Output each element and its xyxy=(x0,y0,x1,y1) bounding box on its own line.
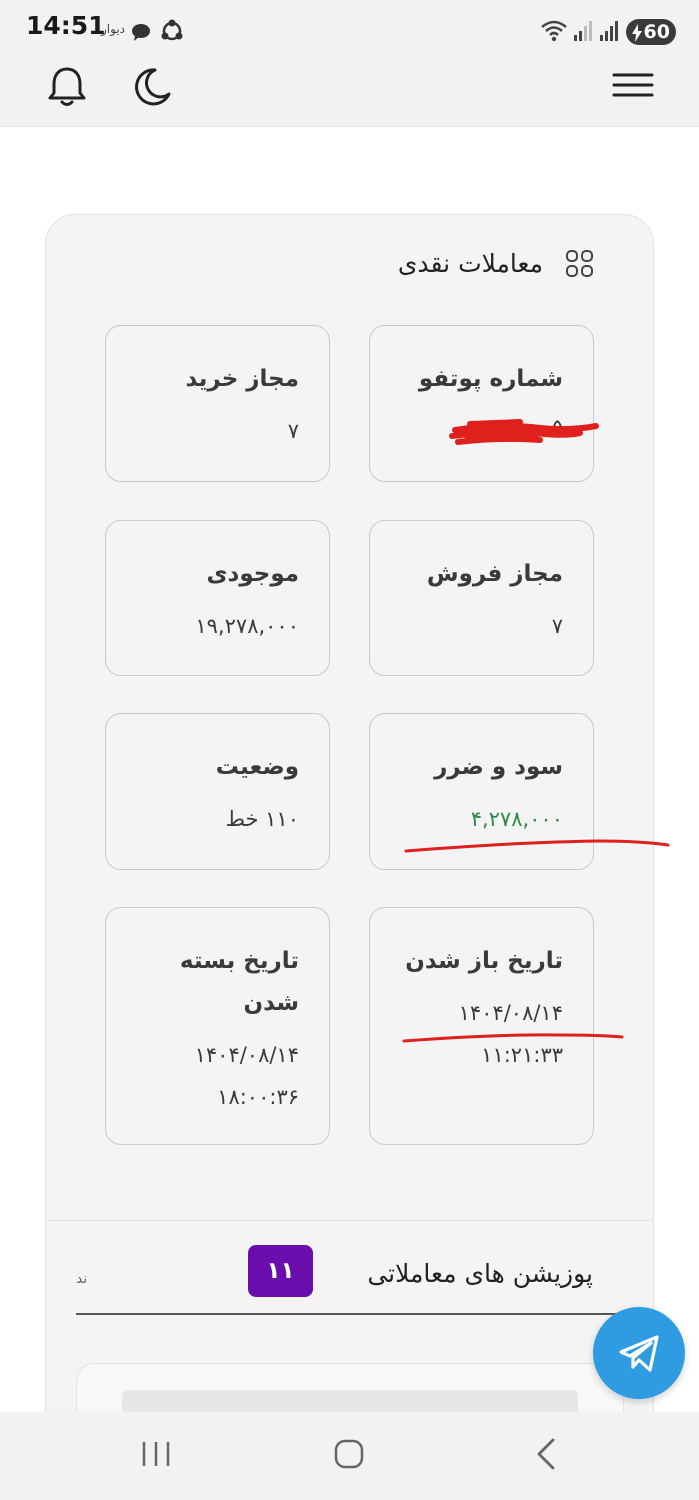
telegram-button[interactable] xyxy=(593,1307,685,1399)
chat-bubble-icon xyxy=(131,23,151,45)
hamburger-menu-icon[interactable] xyxy=(610,66,656,108)
tile-label: شماره پوتفو xyxy=(418,366,563,392)
status-time: 14:51 xyxy=(26,11,106,40)
share-network-icon xyxy=(160,19,184,47)
charging-bolt-icon xyxy=(631,23,643,49)
home-icon[interactable] xyxy=(327,1432,371,1476)
moon-icon[interactable] xyxy=(128,64,174,110)
status-bar: 14:51 دیوار 60 xyxy=(0,0,699,50)
positions-count-badge[interactable]: ۱۱ xyxy=(248,1245,313,1297)
tile-status: وضعیت ۱۱۰ خط xyxy=(105,713,330,870)
tile-value: ۱۴۰۴/۰۸/۱۴ ۱۱:۲۱:۳۳ xyxy=(458,1001,563,1067)
bell-icon[interactable] xyxy=(44,64,90,110)
signal-strength-icon xyxy=(599,20,619,46)
tile-value: ۱۴۰۴/۰۸/۱۴ ۱۸:۰۰:۳۶ xyxy=(194,1043,299,1109)
tile-value: ۱۹,۲۷۸,۰۰۰ xyxy=(195,614,299,638)
tile-portfolio-number: شماره پوتفو ۵ xyxy=(369,325,594,482)
app-header xyxy=(0,50,699,127)
tile-buy-allowed: مجاز خرید ۷ xyxy=(105,325,330,482)
battery-indicator: 60 xyxy=(626,19,676,45)
grid-icon xyxy=(565,249,595,283)
telegram-plane-icon xyxy=(619,1335,659,1372)
signal-strength-icon xyxy=(573,20,593,46)
tile-profit-loss: سود و ضرر ۴,۲۷۸,۰۰۰ xyxy=(369,713,594,870)
tile-value: ۴,۲۷۸,۰۰۰ xyxy=(470,807,563,831)
recent-apps-icon[interactable] xyxy=(134,1432,178,1476)
tile-label: مجاز خرید xyxy=(185,366,299,392)
wifi-icon xyxy=(540,19,568,47)
tile-label: موجودی xyxy=(206,561,299,587)
divider xyxy=(46,1220,653,1221)
tile-value: ۱۱۰ خط xyxy=(225,807,299,831)
tile-value: ۵ xyxy=(551,415,563,439)
back-icon[interactable] xyxy=(523,1432,567,1476)
positions-field-hint: ند xyxy=(76,1271,88,1287)
positions-title: پوزیشن های معاملاتی xyxy=(367,1259,593,1288)
tile-label: وضعیت xyxy=(215,754,299,780)
tile-label: سود و ضرر xyxy=(434,754,563,780)
status-app-label: دیوار xyxy=(101,22,126,36)
tile-value: ۷ xyxy=(287,419,299,443)
tile-label: تاریخ بسته شدن xyxy=(179,948,299,1016)
tile-balance: موجودی ۱۹,۲۷۸,۰۰۰ xyxy=(105,520,330,676)
tile-sell-allowed: مجاز فروش ۷ xyxy=(369,520,594,676)
tile-open-date: تاریخ باز شدن ۱۴۰۴/۰۸/۱۴ ۱۱:۲۱:۳۳ xyxy=(369,907,594,1145)
tile-label: تاریخ باز شدن xyxy=(405,948,563,974)
tile-value: ۷ xyxy=(551,614,563,638)
battery-level: 60 xyxy=(643,21,670,43)
tile-close-date: تاریخ بسته شدن ۱۴۰۴/۰۸/۱۴ ۱۸:۰۰:۳۶ xyxy=(105,907,330,1145)
tile-label: مجاز فروش xyxy=(426,561,563,587)
card-title: معاملات نقدی xyxy=(397,249,543,278)
positions-field-underline[interactable] xyxy=(76,1313,621,1315)
system-nav-bar xyxy=(0,1412,699,1500)
cash-trades-card: معاملات نقدی شماره پوتفو ۵ مجاز خرید ۷ م… xyxy=(45,214,654,1464)
